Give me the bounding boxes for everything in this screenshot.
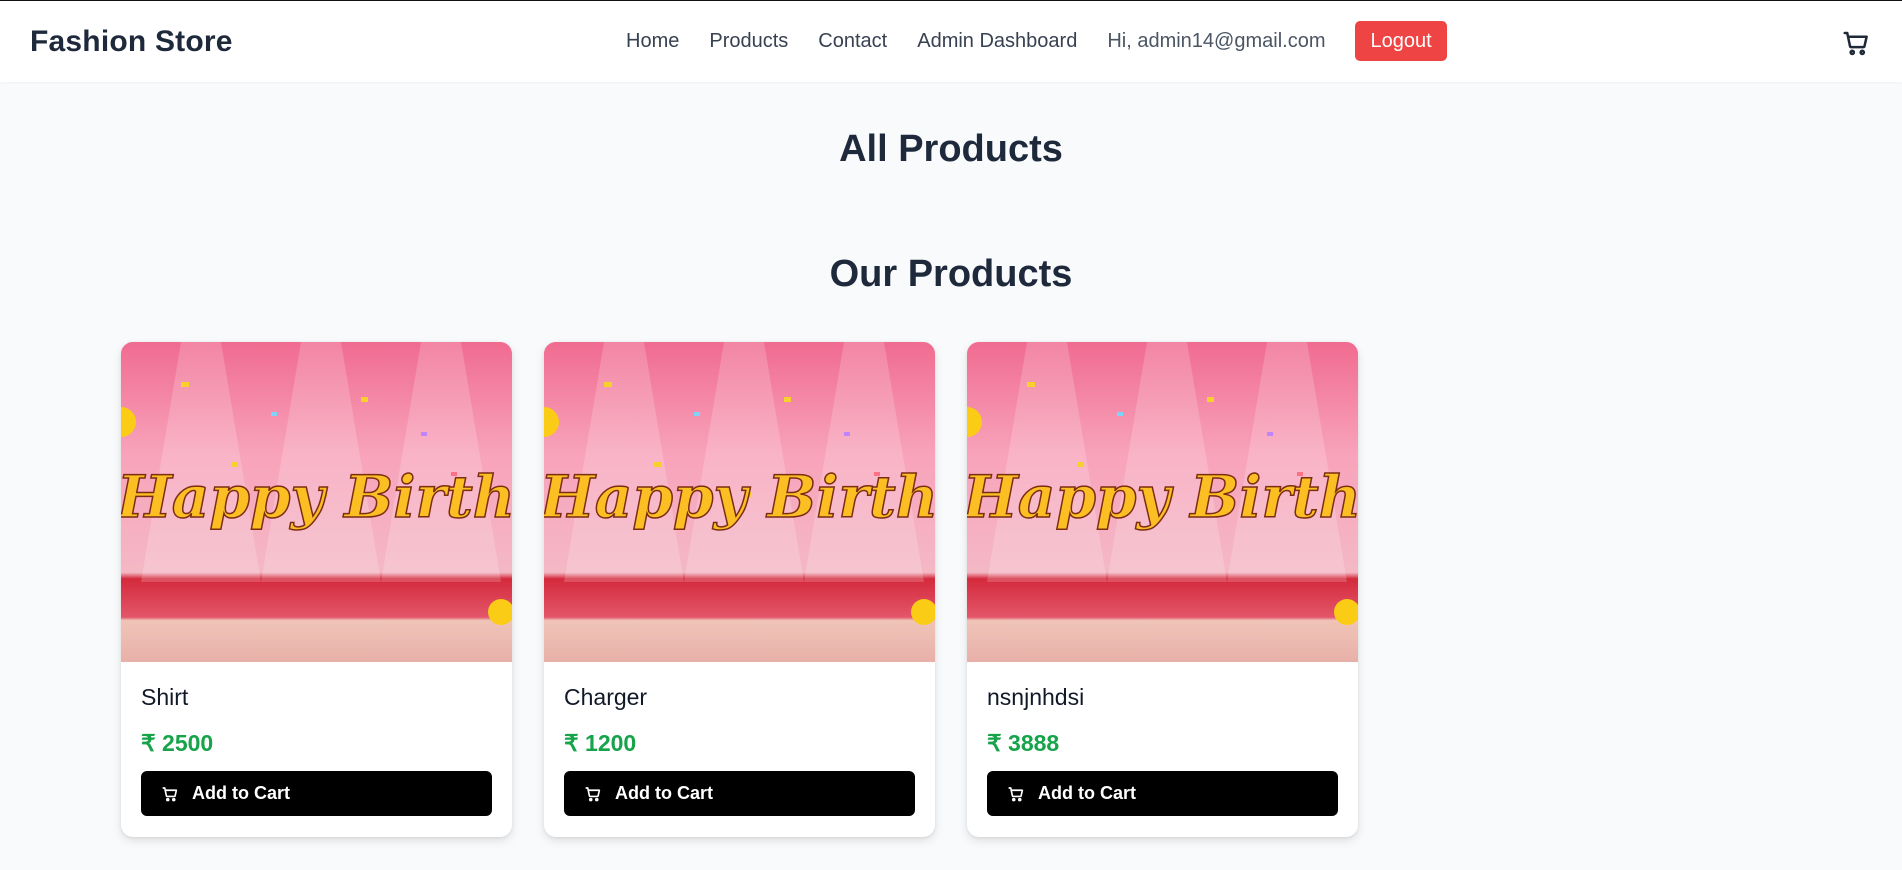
product-price: ₹ 2500: [141, 730, 214, 756]
add-to-cart-label: Add to Cart: [615, 783, 713, 803]
brand-logo[interactable]: Fashion Store: [30, 25, 233, 59]
product-image-text: Happy Birthday: [967, 463, 1358, 531]
nav-link-products[interactable]: Products: [709, 30, 788, 53]
product-name: Charger: [564, 684, 648, 710]
add-to-cart-label: Add to Cart: [1038, 783, 1136, 803]
nav-link-contact[interactable]: Contact: [818, 30, 887, 53]
cart-icon: [162, 786, 178, 801]
product-card: Happy Birthday Shirt ₹ 2500 Add to Cart: [121, 342, 512, 837]
nav-link-home[interactable]: Home: [626, 30, 679, 53]
product-image: Happy Birthday: [121, 342, 512, 662]
product-card: Happy Birthday nsnjnhdsi ₹ 3888 Add to C…: [967, 342, 1358, 837]
nav-links: Home Products Contact Admin Dashboard Hi…: [626, 20, 1447, 62]
cart-icon: [1008, 786, 1024, 801]
nav-link-admin-dashboard[interactable]: Admin Dashboard: [917, 30, 1077, 53]
product-name: nsnjnhdsi: [987, 684, 1085, 710]
add-to-cart-label: Add to Cart: [192, 783, 290, 803]
add-to-cart-button[interactable]: Add to Cart: [564, 771, 915, 816]
add-to-cart-button[interactable]: Add to Cart: [141, 771, 492, 816]
navbar: Fashion Store Home Products Contact Admi…: [0, 0, 1902, 82]
product-price: ₹ 1200: [564, 730, 637, 756]
add-to-cart-button[interactable]: Add to Cart: [987, 771, 1338, 816]
product-card: Happy Birthday Charger ₹ 1200 Add to Car…: [544, 342, 935, 837]
product-name: Shirt: [141, 684, 189, 710]
product-price: ₹ 3888: [987, 730, 1060, 756]
product-image-text: Happy Birthday: [544, 463, 935, 531]
cart-icon: [585, 786, 601, 801]
cart-icon[interactable]: [1841, 28, 1871, 58]
product-image: Happy Birthday: [544, 342, 935, 662]
logout-button[interactable]: Logout: [1355, 21, 1447, 61]
product-image-text: Happy Birthday: [121, 463, 512, 531]
product-image: Happy Birthday: [967, 342, 1358, 662]
section-title: Our Products: [829, 253, 1073, 295]
user-greeting: Hi, admin14@gmail.com: [1107, 29, 1326, 52]
page-title: All Products: [839, 128, 1063, 170]
